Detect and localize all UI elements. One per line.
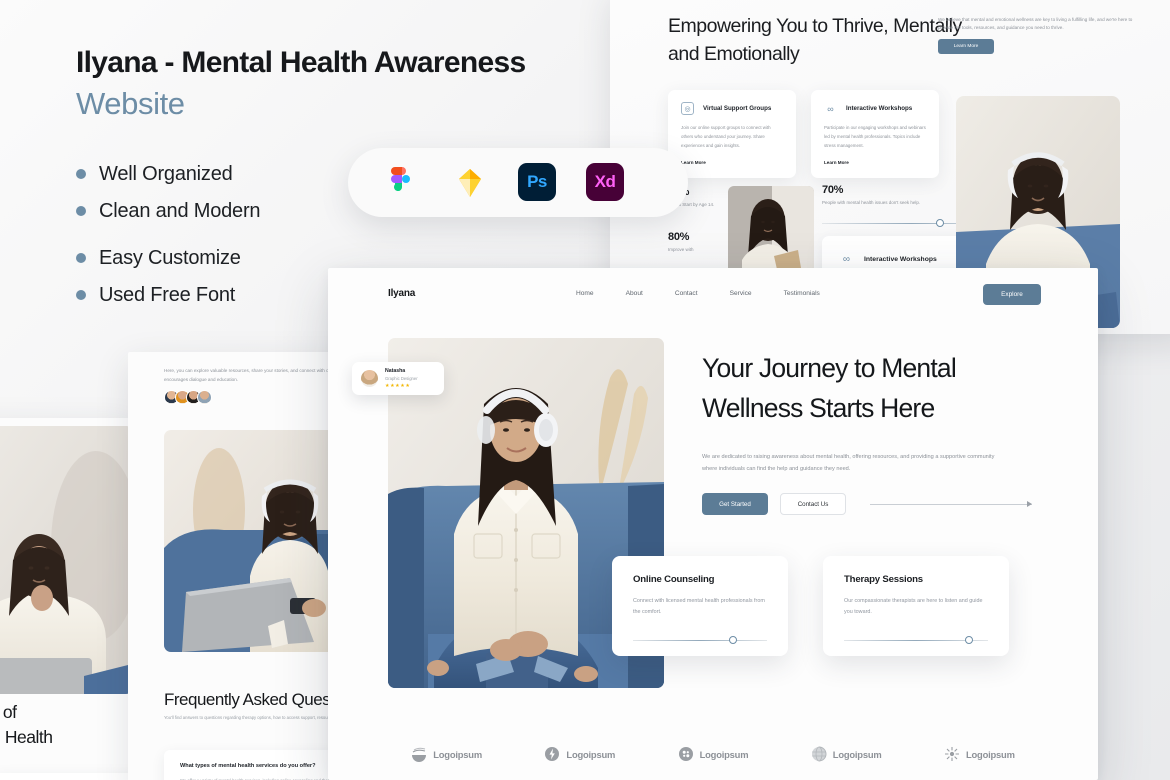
bolt-logo-icon — [545, 747, 560, 761]
service-card-online-counseling[interactable]: Online Counseling Connect with licensed … — [612, 556, 788, 656]
list-item: Easy Customize — [76, 247, 596, 270]
photoshop-icon: Ps — [518, 162, 558, 203]
workshops-icon: ∞ — [827, 103, 834, 114]
avatar — [361, 370, 378, 387]
logo-item: Logoipsum — [944, 746, 1015, 762]
testimonial-role: Graphic Designer — [385, 375, 418, 381]
wave-logo-icon — [412, 747, 427, 762]
hero-title-line1: Your Journey to Mental — [702, 353, 957, 383]
about-paragraph: We believe that mental and emotional wel… — [938, 17, 1133, 31]
page-subtitle: Website — [76, 86, 185, 122]
logo-item: Logoipsum — [811, 746, 882, 762]
bullet-icon — [76, 290, 86, 301]
nav-item-contact[interactable]: Contact — [675, 290, 698, 297]
hero-copy: Your Journey to Mental Wellness Starts H… — [702, 348, 1032, 475]
learn-more-button[interactable]: Learn More — [938, 39, 994, 54]
story-person-card[interactable]: Sarah Leona Program Director — [0, 773, 134, 780]
testimonial-name: Natasha — [385, 368, 406, 375]
card-body: Participate in our engaging workshops an… — [824, 125, 926, 148]
feature-label: Used Free Font — [99, 283, 236, 306]
logo-item: Logoipsum — [678, 746, 749, 762]
explore-button[interactable]: Explore — [983, 284, 1041, 305]
main-mock-panel: Ilyana Home About Contact Service Testim… — [328, 268, 1098, 780]
logo-label: Logoipsum — [965, 748, 1015, 760]
about-small-photo — [728, 186, 814, 274]
nav-links: Home About Contact Service Testimonials — [576, 290, 820, 297]
card-title: Therapy Sessions — [844, 574, 923, 585]
hero-cta-group: Get Started Contact Us — [702, 493, 1032, 515]
logo-label: Logoipsum — [832, 748, 882, 760]
rating-stars-icon: ★★★★★ — [385, 382, 411, 389]
service-card-therapy-sessions[interactable]: Therapy Sessions Our compassionate thera… — [823, 556, 1009, 656]
stories-mock-panel: g Stories of in Mental Health Sarah Leon… — [0, 418, 134, 780]
stories-title: g Stories of in Mental Health — [0, 700, 134, 750]
stories-photo — [0, 426, 132, 694]
card-header: ◎ Virtual Support Groups — [681, 102, 783, 115]
bullet-icon — [76, 206, 86, 217]
avatar-group — [164, 390, 212, 405]
logo-label: Logoipsum — [433, 748, 482, 760]
slider-knob[interactable] — [729, 636, 738, 645]
resources-photo — [164, 430, 350, 652]
support-group-icon: ◎ — [681, 102, 694, 115]
card-title: Interactive Workshops — [864, 255, 937, 263]
card-header: ∞ Interactive Workshops — [824, 102, 926, 115]
card-learn-more-link[interactable]: Learn More — [681, 160, 783, 165]
stories-title-line2: in Mental Health — [0, 726, 53, 747]
arrow-right-icon — [870, 500, 1032, 507]
slider-knob[interactable] — [964, 636, 973, 645]
burst-logo-icon — [944, 747, 959, 761]
card-title: Online Counseling — [633, 574, 715, 585]
logo-strip: Logoipsum Logoipsum Logoipsum Logoipsum … — [328, 746, 1098, 762]
sketch-icon — [450, 163, 490, 203]
testimonial-badge[interactable]: Natasha Graphic Designer ★★★★★ — [352, 362, 444, 395]
logo-item: Logoipsum — [544, 746, 615, 762]
card-body: Join our online support groups to connec… — [681, 125, 771, 148]
about-card-virtual-support-groups[interactable]: ◎ Virtual Support Groups Join our online… — [668, 90, 796, 178]
card-slider[interactable] — [844, 636, 988, 645]
stat-80: 80% Improve with — [668, 231, 726, 255]
figma-icon — [382, 163, 422, 203]
page-title: Ilyana - Mental Health Awareness — [76, 46, 526, 79]
xd-icon: Xd — [586, 162, 626, 203]
card-body: Connect with licensed mental health prof… — [633, 598, 765, 616]
bullet-icon — [76, 169, 86, 180]
card-learn-more-link[interactable]: Learn More — [824, 160, 926, 165]
stat-label: Improve with — [668, 247, 694, 252]
feature-label: Clean and Modern — [99, 199, 261, 222]
nav-item-about[interactable]: About — [626, 290, 643, 297]
photoshop-tile: Ps — [518, 162, 556, 201]
feature-label: Easy Customize — [99, 246, 241, 269]
stories-title-line1: g Stories of — [0, 702, 17, 722]
card-body: Our compassionate therapists are here to… — [844, 598, 983, 616]
card-slider[interactable] — [633, 636, 767, 645]
card-title: Virtual Support Groups — [703, 105, 772, 112]
atom-logo-icon — [678, 747, 693, 761]
nav-item-service[interactable]: Service — [730, 290, 752, 297]
hero-title-line2: Wellness Starts Here — [702, 393, 935, 424]
feature-label: Well Organized — [99, 162, 233, 185]
contact-us-button[interactable]: Contact Us — [780, 493, 846, 515]
logo-label: Logoipsum — [699, 748, 749, 760]
xd-tile: Xd — [586, 162, 624, 201]
workshops-icon: ∞ — [842, 253, 851, 265]
software-compatibility-pill: Ps Xd — [348, 148, 688, 217]
list-item: Used Free Font — [76, 284, 596, 307]
faq-title: Frequently Asked Ques — [164, 690, 331, 709]
about-card-interactive-workshops[interactable]: ∞ Interactive Workshops Participate in o… — [811, 90, 939, 178]
hero-title: Your Journey to Mental Wellness Starts H… — [702, 348, 1032, 429]
slider-track — [633, 639, 767, 641]
about-heading: Empowering You to Thrive, Mentally and E… — [668, 15, 962, 66]
logo-item: Logoipsum — [411, 746, 482, 762]
logo-label: Logoipsum — [566, 748, 616, 760]
stat-value: 80% — [668, 231, 690, 243]
card-title: Interactive Workshops — [846, 105, 913, 112]
sphere-logo-icon — [811, 746, 827, 762]
hero-subtitle: We are dedicated to raising awareness ab… — [702, 453, 995, 472]
bullet-icon — [76, 253, 86, 264]
get-started-button[interactable]: Get Started — [702, 493, 768, 515]
slider-knob[interactable] — [935, 219, 944, 228]
nav-item-testimonials[interactable]: Testimonials — [784, 290, 820, 297]
avatar — [197, 390, 212, 405]
